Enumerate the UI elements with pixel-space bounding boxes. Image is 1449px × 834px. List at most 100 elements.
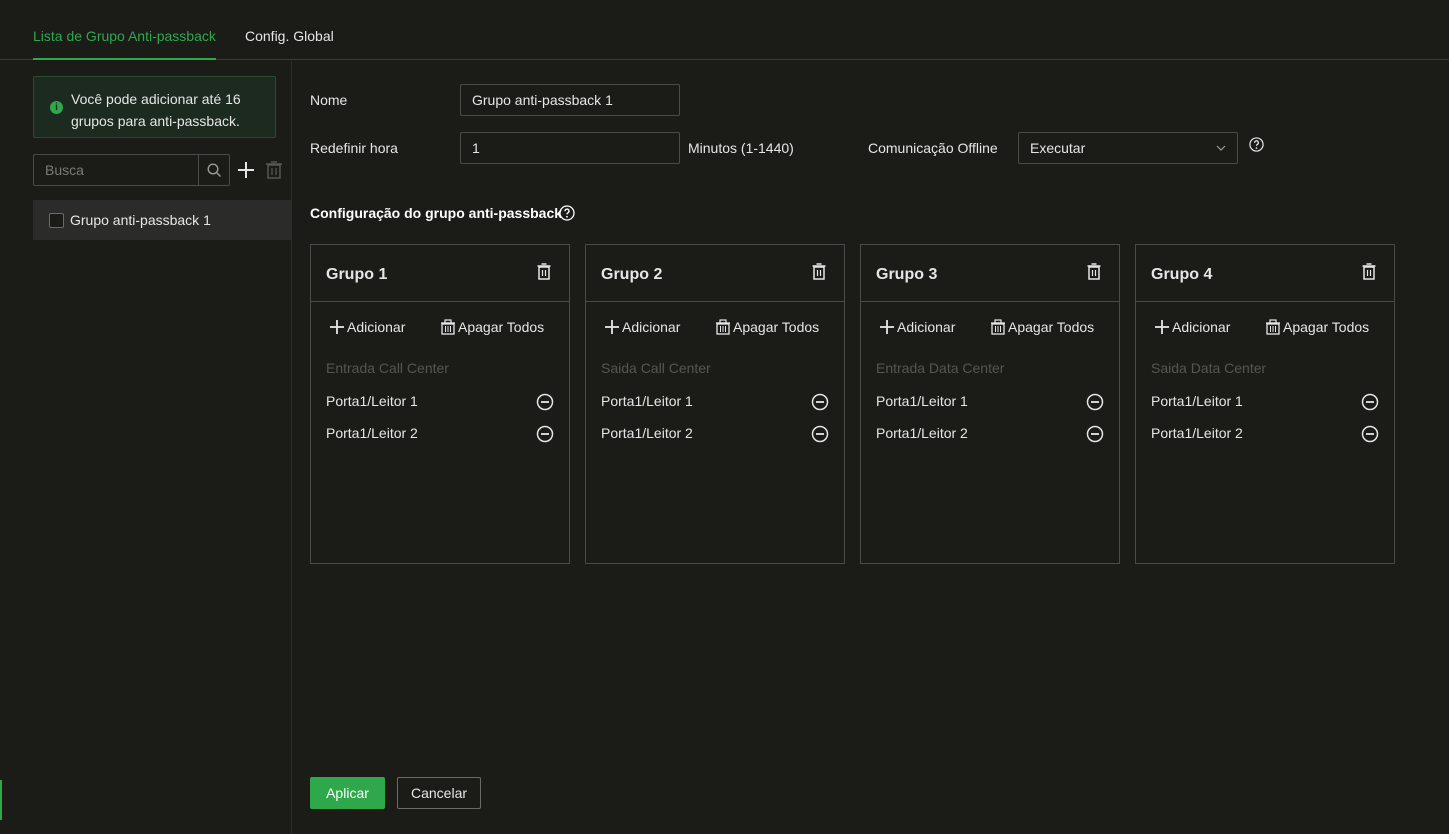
plus-icon [1155,320,1169,334]
trash-icon[interactable] [1087,263,1101,280]
clear-all-button[interactable]: Apagar Todos [990,319,1094,335]
plus-icon [880,320,894,334]
group-card: Grupo 3 Adicionar Apagar Todos Entrada D… [860,244,1120,564]
group-actions: Adicionar Apagar Todos [1154,319,1384,339]
reset-time-input[interactable]: 1 [460,132,680,164]
tab-global-config[interactable]: Config. Global [245,28,334,44]
offline-comm-select[interactable]: Executar [1018,132,1238,164]
clear-all-label: Apagar Todos [1008,319,1095,335]
tab-anti-passback-list[interactable]: Lista de Grupo Anti-passback [33,28,216,60]
help-icon[interactable] [559,205,575,221]
reader-row: Porta1/Leitor 2 [601,425,829,445]
trash-icon[interactable] [1362,263,1376,280]
remove-icon[interactable] [1086,425,1104,443]
plus-icon [330,320,344,334]
chevron-down-icon [1216,145,1226,151]
group-title: Grupo 2 [601,266,663,283]
tab-bar: Lista de Grupo Anti-passback Config. Glo… [0,0,1449,60]
info-icon: i [50,101,63,114]
reader-row: Porta1/Leitor 1 [601,393,829,413]
search-box [33,154,230,186]
group-card: Grupo 1 Adicionar Apagar Todos Entrada C… [310,244,570,564]
group-description: Saida Call Center [601,360,711,376]
clear-all-button[interactable]: Apagar Todos [440,319,544,335]
search-input[interactable] [34,155,198,185]
reader-row: Porta1/Leitor 2 [876,425,1104,445]
clear-all-button[interactable]: Apagar Todos [1265,319,1369,335]
plus-icon [605,320,619,334]
group-description: Entrada Data Center [876,360,1005,376]
group-title: Grupo 1 [326,266,388,283]
add-reader-button[interactable]: Adicionar [1154,319,1230,335]
reset-time-unit: Minutos (1-1440) [688,140,794,156]
reader-label: Porta1/Leitor 2 [876,425,968,441]
offline-comm-value: Executar [1030,140,1086,156]
info-notice: i Você pode adicionar até 16 grupos para… [33,76,276,138]
reader-label: Porta1/Leitor 1 [1151,393,1243,409]
reset-time-label: Redefinir hora [310,140,398,156]
remove-icon[interactable] [811,425,829,443]
reader-label: Porta1/Leitor 2 [326,425,418,441]
reader-row: Porta1/Leitor 2 [1151,425,1379,445]
group-title: Grupo 3 [876,266,938,283]
group-description: Saida Data Center [1151,360,1267,376]
remove-icon[interactable] [536,393,554,411]
clear-all-icon [441,319,455,335]
trash-icon[interactable] [812,263,826,280]
cancel-button[interactable]: Cancelar [397,777,481,809]
search-button[interactable] [198,155,229,185]
section-title: Configuração do grupo anti-passback [310,205,562,221]
clear-all-icon [1266,319,1280,335]
remove-icon[interactable] [536,425,554,443]
group-actions: Adicionar Apagar Todos [329,319,559,339]
add-reader-button[interactable]: Adicionar [604,319,680,335]
group-list-panel: i Você pode adicionar até 16 grupos para… [0,61,292,834]
trash-icon[interactable] [537,263,551,280]
apply-button[interactable]: Aplicar [310,777,385,809]
reader-label: Porta1/Leitor 1 [326,393,418,409]
add-reader-label: Adicionar [622,319,681,335]
remove-icon[interactable] [1086,393,1104,411]
group-card-header: Grupo 3 [861,245,1119,302]
search-icon [206,162,221,177]
group-description: Entrada Call Center [326,360,449,376]
reader-row: Porta1/Leitor 2 [326,425,554,445]
add-reader-button[interactable]: Adicionar [879,319,955,335]
add-group-button[interactable] [236,160,256,180]
clear-all-label: Apagar Todos [1283,319,1370,335]
help-icon[interactable] [1249,137,1264,152]
list-item[interactable]: Grupo anti-passback 1 [33,200,292,240]
remove-icon[interactable] [1361,393,1379,411]
clear-all-button[interactable]: Apagar Todos [715,319,819,335]
offline-comm-label: Comunicação Offline [868,140,998,156]
name-input[interactable]: Grupo anti-passback 1 [460,84,680,116]
clear-all-icon [991,319,1005,335]
group-card-header: Grupo 4 [1136,245,1394,302]
group-card-header: Grupo 1 [311,245,569,302]
clear-all-label: Apagar Todos [733,319,820,335]
reader-row: Porta1/Leitor 1 [876,393,1104,413]
item-checkbox[interactable] [49,212,64,228]
delete-group-button[interactable] [265,160,283,180]
group-title: Grupo 4 [1151,266,1213,283]
plus-icon [238,162,254,178]
remove-icon[interactable] [1361,425,1379,443]
trash-icon [266,161,282,179]
clear-all-label: Apagar Todos [458,319,545,335]
reader-row: Porta1/Leitor 1 [326,393,554,413]
group-actions: Adicionar Apagar Todos [604,319,834,339]
add-reader-label: Adicionar [897,319,956,335]
accent-bar [0,780,2,820]
add-reader-label: Adicionar [347,319,406,335]
reader-label: Porta1/Leitor 2 [601,425,693,441]
group-card: Grupo 2 Adicionar Apagar Todos Saida Cal… [585,244,845,564]
group-card: Grupo 4 Adicionar Apagar Todos Saida Dat… [1135,244,1395,564]
group-actions: Adicionar Apagar Todos [879,319,1109,339]
reader-row: Porta1/Leitor 1 [1151,393,1379,413]
clear-all-icon [716,319,730,335]
name-label: Nome [310,92,348,108]
list-item-label: Grupo anti-passback 1 [70,212,211,228]
reader-label: Porta1/Leitor 1 [601,393,693,409]
add-reader-button[interactable]: Adicionar [329,319,405,335]
remove-icon[interactable] [811,393,829,411]
